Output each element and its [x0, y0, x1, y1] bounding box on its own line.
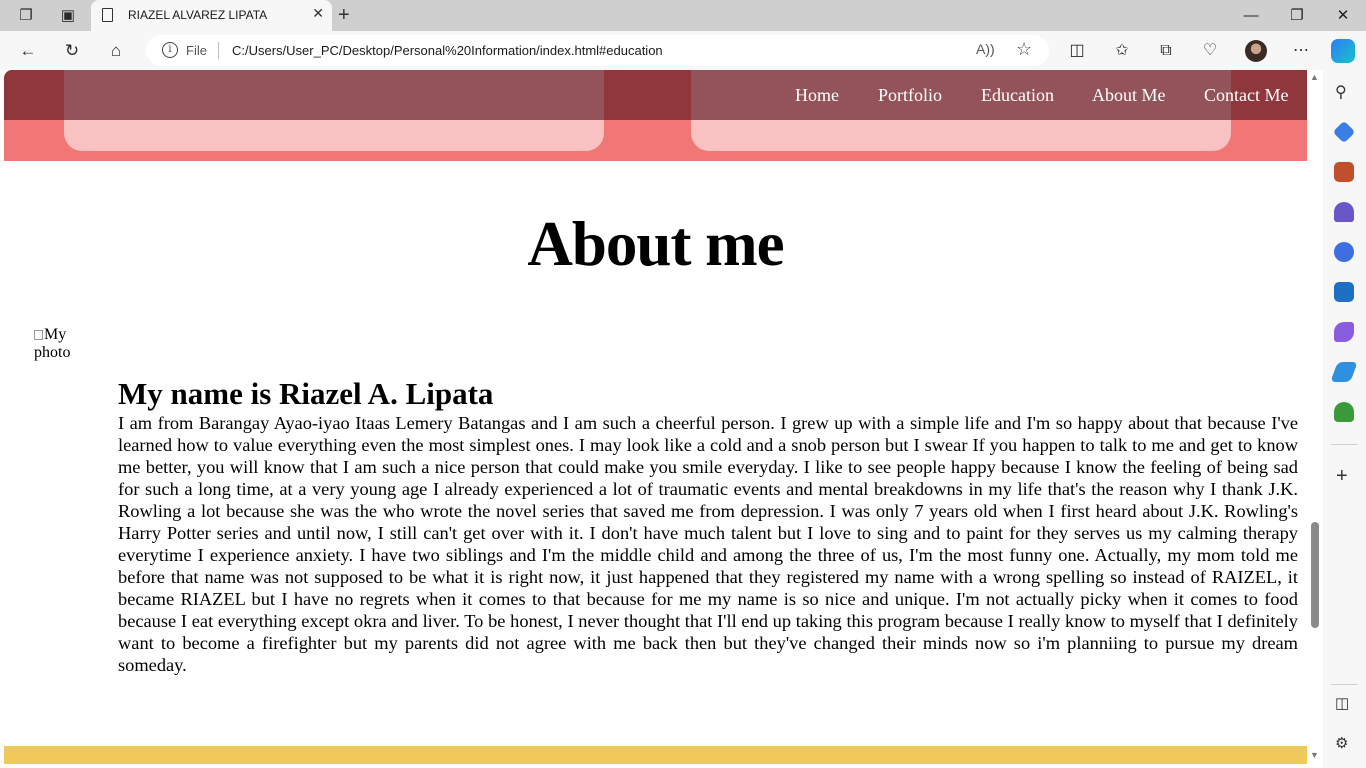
scheme-label: File: [186, 43, 207, 58]
settings-gear-icon[interactable]: ⚙: [1335, 734, 1348, 752]
sidebar-divider: [1331, 444, 1358, 445]
footer-strip: [4, 746, 1307, 764]
sidebar-divider-bottom: [1331, 684, 1358, 685]
send-icon[interactable]: [1330, 362, 1358, 382]
address-bar[interactable]: i File C:/Users/User_PC/Desktop/Personal…: [146, 35, 1049, 66]
vertical-tabs-icon[interactable]: ▣: [56, 4, 80, 28]
minimize-icon[interactable]: —: [1231, 4, 1271, 28]
designer-icon[interactable]: [1334, 322, 1354, 342]
new-tab-icon[interactable]: +: [338, 3, 350, 27]
nav-contact-me[interactable]: Contact Me: [1204, 85, 1288, 106]
restore-icon[interactable]: ❐: [1277, 4, 1317, 28]
more-options-icon[interactable]: ⋯: [1287, 37, 1315, 65]
page-scrollbar[interactable]: ▲ ▼: [1307, 70, 1323, 764]
favorites-icon[interactable]: ✩: [1108, 37, 1136, 65]
microsoft-365-icon[interactable]: [1334, 242, 1354, 262]
active-tab[interactable]: RIAZEL ALVAREZ LIPATA ✕: [91, 0, 332, 31]
copilot-icon[interactable]: [1331, 39, 1355, 63]
shopping-tag-icon[interactable]: [1332, 120, 1356, 144]
favorite-star-icon[interactable]: ☆: [1016, 39, 1032, 60]
add-icon[interactable]: +: [1336, 465, 1348, 488]
outlook-icon[interactable]: [1334, 282, 1354, 302]
address-divider: [218, 42, 219, 59]
site-navbar: Home Portfolio Education About Me Contac…: [4, 70, 1307, 120]
browser-essentials-icon[interactable]: ♡: [1196, 37, 1224, 65]
profile-avatar[interactable]: [1245, 40, 1267, 62]
edge-sidebar: ⚲ + ◫ ⚙: [1323, 70, 1366, 768]
games-icon[interactable]: [1334, 202, 1354, 222]
page-title: About me: [527, 209, 784, 279]
nav-education[interactable]: Education: [981, 85, 1054, 106]
refresh-icon[interactable]: ↻: [58, 37, 86, 65]
hide-sidebar-icon[interactable]: ◫: [1335, 694, 1349, 712]
search-icon[interactable]: ⚲: [1335, 82, 1347, 102]
info-icon[interactable]: i: [162, 42, 178, 58]
collections-icon[interactable]: ⧉: [1152, 37, 1180, 65]
home-icon[interactable]: ⌂: [102, 37, 130, 65]
scroll-up-icon[interactable]: ▲: [1310, 72, 1319, 82]
url-text[interactable]: C:/Users/User_PC/Desktop/Personal%20Info…: [232, 43, 663, 58]
nav-home[interactable]: Home: [795, 85, 839, 106]
back-icon[interactable]: ←: [14, 37, 42, 65]
close-tab-icon[interactable]: ✕: [312, 5, 324, 22]
bio-paragraph: I am from Barangay Ayao-iyao Itaas Lemer…: [118, 413, 1298, 675]
page-viewport: Home Portfolio Education About Me Contac…: [4, 70, 1307, 764]
browser-toolbar: ← ↻ ⌂ i File C:/Users/User_PC/Desktop/Pe…: [0, 31, 1366, 70]
nav-about-me[interactable]: About Me: [1092, 85, 1166, 106]
page-icon: [102, 8, 113, 22]
tab-strip: ❐ ▣ RIAZEL ALVAREZ LIPATA ✕ + — ❐ ✕: [0, 0, 1366, 31]
broken-image-icon: [34, 330, 43, 340]
workspaces-icon[interactable]: ❐: [14, 4, 38, 28]
scroll-down-icon[interactable]: ▼: [1310, 750, 1319, 760]
split-screen-icon[interactable]: ◫: [1063, 37, 1091, 65]
read-aloud-icon[interactable]: A)): [976, 41, 995, 57]
tree-icon[interactable]: [1334, 402, 1354, 422]
close-window-icon[interactable]: ✕: [1323, 4, 1363, 28]
tools-icon[interactable]: [1334, 162, 1354, 182]
profile-photo: My photo: [34, 326, 84, 362]
scrollbar-thumb[interactable]: [1311, 522, 1319, 628]
tab-title: RIAZEL ALVAREZ LIPATA: [128, 8, 268, 22]
nav-portfolio[interactable]: Portfolio: [878, 85, 942, 106]
name-heading: My name is Riazel A. Lipata: [118, 376, 494, 411]
